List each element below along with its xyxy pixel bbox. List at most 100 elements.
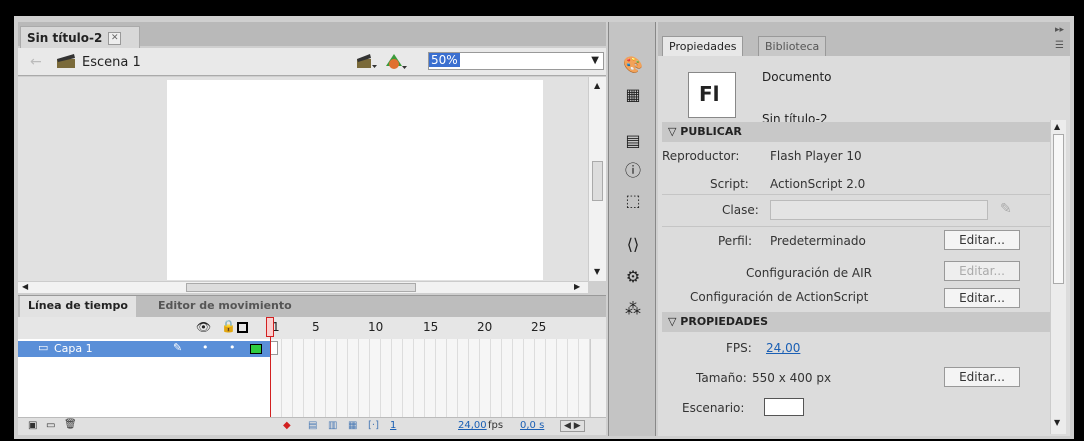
- timeline-footer: ▣ ▭ 🗑 ◆ ▤ ▥ ▦ [·] 1 24,00 fps 0,0 s ◀ ▶: [18, 417, 606, 435]
- new-layer-icon[interactable]: ▣: [28, 420, 37, 431]
- timeline-scroll-arrows[interactable]: ◀ ▶: [560, 420, 585, 432]
- air-settings-label: Configuración de AIR: [746, 266, 872, 280]
- fps-value[interactable]: 24,00: [766, 341, 800, 355]
- properties-section-title: PROPIEDADES: [680, 315, 769, 328]
- layer-color[interactable]: [250, 344, 262, 354]
- document-tab-title: Sin título-2: [27, 31, 103, 45]
- frame-grid[interactable]: [270, 339, 590, 417]
- scroll-down-icon[interactable]: ▼: [1054, 418, 1060, 427]
- document-tab[interactable]: Sin título-2 ✕: [20, 26, 140, 48]
- scroll-up-icon[interactable]: ▲: [1054, 122, 1060, 131]
- edit-profile-button[interactable]: Editar...: [944, 230, 1020, 250]
- edit-multiple-icon[interactable]: ▦: [348, 420, 357, 431]
- scroll-right-icon[interactable]: ▶: [574, 282, 580, 291]
- pencil-icon[interactable]: ✎: [1000, 201, 1012, 217]
- swatches-icon[interactable]: ▦: [620, 84, 646, 106]
- layer-name: Capa 1: [54, 342, 93, 355]
- onion-markers-icon[interactable]: [·]: [368, 420, 379, 431]
- tab-motion-editor[interactable]: Editor de movimiento: [150, 296, 300, 318]
- eye-icon[interactable]: 👁: [196, 320, 211, 334]
- stage-color-swatch[interactable]: [764, 398, 804, 416]
- frame-number-5: 5: [312, 320, 320, 334]
- pencil-icon: ✎: [173, 341, 183, 354]
- playhead-line: [270, 337, 271, 417]
- color-icon[interactable]: 🎨: [620, 54, 646, 76]
- outline-icon[interactable]: [237, 322, 248, 333]
- scroll-left-icon[interactable]: ◀: [22, 282, 28, 291]
- scroll-thumb[interactable]: [1053, 134, 1064, 284]
- onion-skin-icon[interactable]: ▤: [308, 420, 317, 431]
- scene-bar: ← Escena 1 50% ▼: [18, 48, 606, 76]
- edit-symbols-icon[interactable]: [384, 52, 408, 70]
- script-value: ActionScript 2.0: [770, 177, 866, 191]
- actionscript-settings-label: Configuración de ActionScript: [690, 290, 869, 304]
- actions-icon[interactable]: ⟨⟩: [620, 234, 646, 256]
- scroll-thumb[interactable]: [592, 161, 603, 201]
- class-label: Clase:: [722, 203, 759, 217]
- layer-row[interactable]: ▭ Capa 1 ✎ • •: [18, 341, 270, 357]
- timeline-scrollbar[interactable]: [590, 339, 606, 417]
- align-icon[interactable]: ▤: [620, 130, 646, 152]
- class-input[interactable]: [770, 200, 988, 220]
- clapper-icon: [56, 53, 76, 69]
- current-frame[interactable]: 1: [390, 420, 396, 431]
- document-icon: Fl: [688, 72, 736, 118]
- profile-label: Perfil:: [718, 234, 753, 248]
- chevron-down-icon: ▽: [668, 125, 681, 138]
- divider: [662, 226, 1050, 227]
- scroll-up-icon[interactable]: ▲: [594, 81, 600, 90]
- fps-unit: fps: [488, 420, 504, 431]
- fps-label: FPS:: [726, 341, 752, 355]
- scroll-down-icon[interactable]: ▼: [594, 267, 600, 276]
- player-label: Reproductor:: [662, 149, 740, 163]
- stage[interactable]: [167, 80, 543, 280]
- keyframe[interactable]: [270, 341, 278, 355]
- scene-name: Escena 1: [82, 55, 141, 70]
- timeline-tabs: Línea de tiempo Editor de movimiento: [18, 295, 606, 318]
- onion-outline-icon[interactable]: ▥: [328, 420, 337, 431]
- profile-value: Predeterminado: [770, 234, 866, 248]
- edit-air-button[interactable]: Editar...: [944, 261, 1020, 281]
- panel-menu-icon[interactable]: ☰: [1055, 40, 1064, 51]
- stage-vertical-scrollbar[interactable]: ▲ ▼: [588, 77, 606, 281]
- transform-icon[interactable]: ⬚: [620, 190, 646, 212]
- components-icon[interactable]: ⚙: [620, 266, 646, 288]
- panel-icon-strip: 🎨 ▦ ▤ ⓘ ⬚ ⟨⟩ ⚙ ⁂: [608, 22, 656, 436]
- elapsed-time[interactable]: 0,0 s: [520, 420, 544, 431]
- edit-size-button[interactable]: Editar...: [944, 367, 1020, 387]
- lock-dot[interactable]: •: [229, 341, 236, 354]
- zoom-value: 50%: [429, 53, 460, 67]
- lock-icon[interactable]: 🔒: [221, 319, 236, 333]
- zoom-select[interactable]: 50% ▼: [428, 52, 604, 70]
- hscroll-thumb[interactable]: [186, 283, 416, 292]
- properties-scrollbar[interactable]: ▲ ▼: [1050, 120, 1066, 434]
- properties-section-header[interactable]: ▽ PROPIEDADES: [662, 312, 1050, 332]
- trash-icon[interactable]: 🗑: [64, 419, 77, 430]
- chevron-down-icon: ▽: [668, 315, 681, 328]
- publish-section-header[interactable]: ▽ PUBLICAR: [662, 122, 1050, 142]
- back-arrow-icon[interactable]: ←: [30, 54, 42, 70]
- edit-actionscript-button[interactable]: Editar...: [944, 288, 1020, 308]
- tab-properties[interactable]: Propiedades: [662, 36, 744, 56]
- close-icon[interactable]: ✕: [108, 32, 122, 45]
- new-folder-icon[interactable]: ▭: [46, 420, 55, 431]
- chevron-down-icon: ▼: [591, 55, 599, 66]
- size-value: 550 x 400 px: [752, 371, 832, 385]
- stage-horizontal-scrollbar[interactable]: ◀ ▶: [18, 281, 588, 293]
- center-frame-icon[interactable]: ◆: [283, 420, 291, 431]
- motion-presets-icon[interactable]: ⁂: [620, 298, 646, 320]
- playhead[interactable]: [266, 317, 274, 337]
- edit-scene-icon[interactable]: [356, 53, 378, 69]
- expand-icon[interactable]: ▸▸: [1055, 25, 1064, 35]
- stage-color-label: Escenario:: [682, 401, 745, 415]
- frame-rate[interactable]: 24,00: [458, 420, 487, 431]
- tab-library[interactable]: Biblioteca: [758, 36, 827, 56]
- frame-number-25: 25: [531, 320, 547, 334]
- info-icon[interactable]: ⓘ: [620, 160, 646, 182]
- size-label: Tamaño:: [696, 371, 747, 385]
- visibility-dot[interactable]: •: [202, 341, 209, 354]
- publish-section-title: PUBLICAR: [680, 125, 742, 138]
- tab-timeline[interactable]: Línea de tiempo: [20, 296, 136, 318]
- properties-tabs: Propiedades Biblioteca ▸▸ ☰: [658, 22, 1070, 56]
- script-label: Script:: [710, 177, 749, 191]
